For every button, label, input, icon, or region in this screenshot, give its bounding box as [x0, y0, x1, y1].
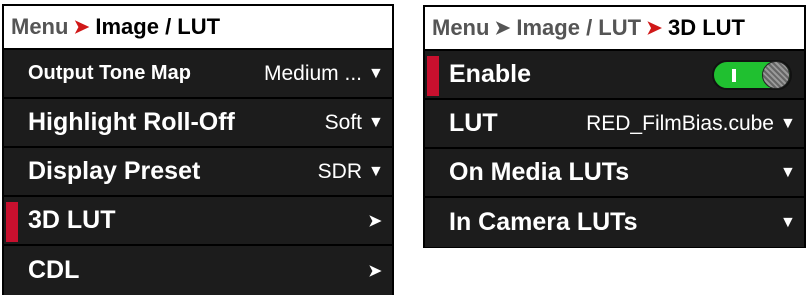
- menu-item-lut[interactable]: LUT RED_FilmBias.cube ▼: [425, 100, 804, 149]
- breadcrumb-section[interactable]: Image / LUT: [516, 15, 641, 41]
- chevron-down-icon[interactable]: ▼: [780, 214, 796, 232]
- menu-item-value: RED_FilmBias.cube: [586, 111, 774, 135]
- image-lut-menu-panel: Menu ➤ Image / LUT Output Tone Map Mediu…: [2, 4, 394, 295]
- menu-item-label: 3D LUT: [28, 206, 116, 234]
- toggle-on-indicator: [732, 68, 736, 82]
- menu-item-label: CDL: [28, 256, 80, 284]
- breadcrumb-separator-icon: ➤: [494, 17, 511, 39]
- menu-item-label: Enable: [449, 60, 531, 88]
- chevron-down-icon[interactable]: ▼: [780, 164, 796, 182]
- toggle-knob[interactable]: [762, 60, 790, 89]
- breadcrumb: Menu ➤ Image / LUT ➤ 3D LUT: [425, 7, 804, 51]
- breadcrumb-separator-icon: ➤: [73, 16, 90, 38]
- menu-item-enable[interactable]: Enable: [425, 51, 804, 100]
- chevron-down-icon[interactable]: ▼: [368, 114, 384, 132]
- chevron-down-icon[interactable]: ▼: [368, 65, 384, 83]
- breadcrumb-separator-icon: ➤: [646, 17, 662, 39]
- enable-toggle[interactable]: [712, 59, 792, 90]
- menu-item-label: LUT: [449, 109, 498, 137]
- breadcrumb-menu[interactable]: Menu: [432, 15, 489, 41]
- arrow-right-icon[interactable]: ➤: [368, 211, 382, 231]
- menu-item-in-camera-luts[interactable]: In Camera LUTs ▼: [425, 198, 804, 247]
- menu-item-label: In Camera LUTs: [449, 208, 638, 236]
- breadcrumb-menu[interactable]: Menu: [11, 14, 68, 40]
- selection-indicator: [6, 202, 18, 242]
- menu-item-highlight-roll-off[interactable]: Highlight Roll-Off Soft ▼: [4, 99, 392, 148]
- 3d-lut-menu-panel: Menu ➤ Image / LUT ➤ 3D LUT Enable LUT R…: [423, 5, 806, 248]
- menu-item-label: Highlight Roll-Off: [28, 108, 235, 136]
- breadcrumb: Menu ➤ Image / LUT: [4, 6, 392, 50]
- menu-item-label: On Media LUTs: [449, 158, 630, 186]
- menu-item-value: Medium ...: [263, 61, 362, 85]
- arrow-right-icon[interactable]: ➤: [368, 261, 382, 281]
- menu-item-3d-lut[interactable]: 3D LUT ➤: [4, 197, 392, 246]
- menu-item-value: SDR: [317, 159, 362, 183]
- chevron-down-icon[interactable]: ▼: [780, 115, 796, 133]
- menu-item-on-media-luts[interactable]: On Media LUTs ▼: [425, 149, 804, 198]
- chevron-down-icon[interactable]: ▼: [368, 163, 384, 181]
- breadcrumb-current: Image / LUT: [95, 14, 221, 39]
- menu-item-label: Display Preset: [28, 157, 201, 185]
- menu-item-cdl[interactable]: CDL ➤: [4, 246, 392, 295]
- menu-item-label: Output Tone Map: [28, 62, 191, 84]
- breadcrumb-current: 3D LUT: [667, 15, 745, 40]
- menu-item-output-tone-map[interactable]: Output Tone Map Medium ... ▼: [4, 50, 392, 99]
- menu-item-value: Soft: [324, 110, 362, 134]
- menu-item-display-preset[interactable]: Display Preset SDR ▼: [4, 148, 392, 197]
- selection-indicator: [427, 56, 439, 96]
